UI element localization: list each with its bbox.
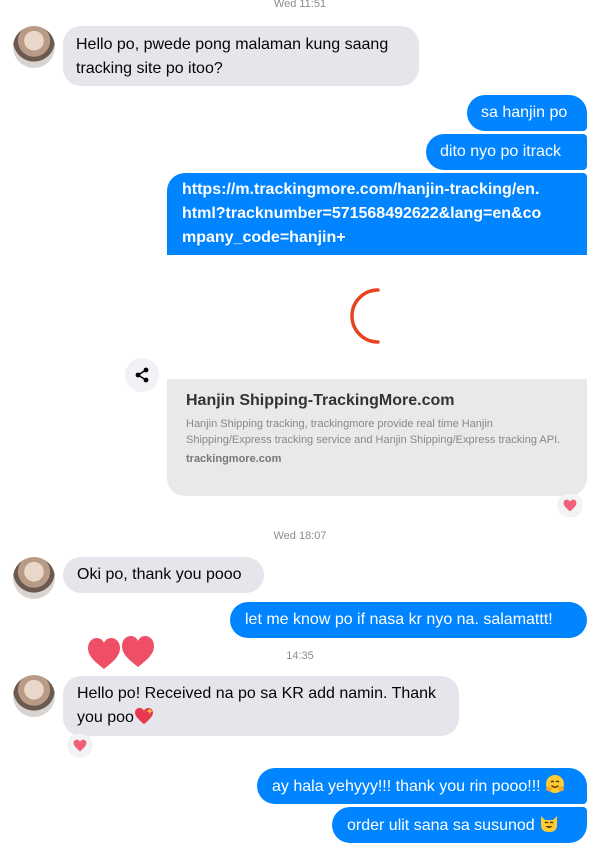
heart-reaction-icon xyxy=(563,499,577,511)
message-incoming[interactable]: Hello po! Received na po sa KR add namin… xyxy=(63,676,459,736)
link-text-line[interactable]: mpany_code=hanjin+ xyxy=(182,226,572,250)
message-link[interactable]: https://m.trackingmore.com/hanjin-tracki… xyxy=(167,173,587,255)
reaction-badge[interactable] xyxy=(68,733,92,757)
avatar[interactable] xyxy=(13,26,55,68)
share-button[interactable] xyxy=(125,358,159,392)
timestamp: Wed 18:07 xyxy=(273,530,327,542)
message-incoming[interactable]: Oki po, thank you pooo xyxy=(63,557,264,593)
avatar[interactable] xyxy=(13,557,55,599)
link-preview-card[interactable]: Hanjin Shipping-TrackingMore.com Hanjin … xyxy=(167,379,587,496)
message-text: ay hala yehyyy!!! thank you rin pooo!!! xyxy=(272,778,541,795)
message-text: you poo xyxy=(77,709,134,726)
timestamp: Wed 11:51 xyxy=(273,0,327,10)
link-text-line[interactable]: html?tracknumber=571568492622&lang=en&co xyxy=(182,202,572,226)
grinning-cat-emoji xyxy=(541,816,558,832)
message-line: Hello po! Received na po sa KR add namin… xyxy=(77,685,437,702)
message-outgoing[interactable]: dito nyo po itrack xyxy=(426,134,587,170)
message-line: you poo xyxy=(77,706,445,730)
message-outgoing[interactable]: sa hanjin po xyxy=(467,95,587,131)
message-incoming[interactable]: Hello po, pwede pong malaman kung saang … xyxy=(63,26,419,86)
link-preview-description: Hanjin Shipping tracking, trackingmore p… xyxy=(186,418,561,446)
loading-spinner-icon xyxy=(350,288,380,344)
link-preview-title[interactable]: Hanjin Shipping-TrackingMore.com xyxy=(186,391,569,411)
avatar[interactable] xyxy=(13,675,55,717)
share-icon xyxy=(135,367,149,383)
message-outgoing[interactable]: order ulit sana sa susunod xyxy=(332,807,587,843)
message-outgoing[interactable]: let me know po if nasa kr nyo na. salama… xyxy=(230,602,587,638)
link-text-line[interactable]: https://m.trackingmore.com/hanjin-tracki… xyxy=(182,178,572,202)
sparkling-heart-emoji xyxy=(134,707,153,725)
link-preview-domain: trackingmore.com xyxy=(186,453,282,465)
reaction-badge[interactable] xyxy=(558,493,582,517)
message-outgoing[interactable]: ay hala yehyyy!!! thank you rin pooo!!! xyxy=(257,768,587,804)
timestamp: 14:35 xyxy=(286,650,314,662)
message-text: order ulit sana sa susunod xyxy=(347,817,535,834)
hugging-face-emoji xyxy=(546,775,565,793)
heart-reaction-icon xyxy=(73,739,87,751)
